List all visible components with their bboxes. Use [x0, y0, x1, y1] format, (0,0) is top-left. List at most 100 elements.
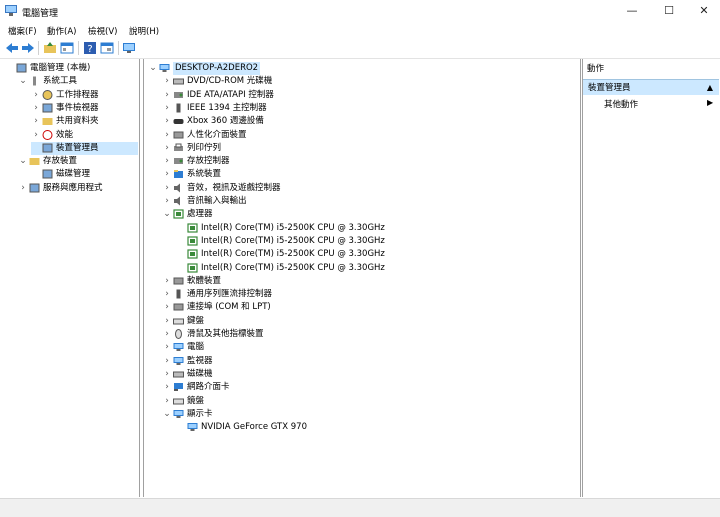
- expand-chevron-icon[interactable]: ›: [162, 341, 172, 354]
- collapse-chevron-icon[interactable]: ⌄: [18, 75, 28, 88]
- shared-folder-icon: [42, 118, 53, 126]
- device-tree-item[interactable]: ⌄ 處理器: [162, 208, 575, 221]
- expand-chevron-icon[interactable]: ›: [162, 315, 172, 328]
- tree-item[interactable]: 電腦管理 (本機): [5, 62, 138, 75]
- actions-header: 動作: [587, 64, 605, 74]
- services-icon: [29, 183, 40, 193]
- device-tree-item[interactable]: › 連接埠 (COM 和 LPT): [162, 301, 575, 314]
- expand-chevron-icon[interactable]: ›: [162, 381, 172, 394]
- close-button[interactable]: ✕: [684, 0, 720, 22]
- show-tree-icon[interactable]: [60, 41, 74, 55]
- device-tree-item[interactable]: › 列印佇列: [162, 142, 575, 155]
- expand-chevron-icon[interactable]: ›: [162, 102, 172, 115]
- device-tree-item[interactable]: › 電腦: [162, 341, 575, 354]
- up-folder-icon[interactable]: [43, 41, 57, 55]
- minimize-button[interactable]: —: [612, 0, 652, 22]
- forward-arrow-icon[interactable]: [21, 41, 35, 55]
- tree-item[interactable]: › 效能: [31, 129, 138, 142]
- expand-chevron-icon[interactable]: ›: [162, 288, 172, 301]
- menu-help[interactable]: 說明(H): [129, 25, 159, 37]
- device-tree-item[interactable]: › 音訊輸入與輸出: [162, 195, 575, 208]
- maximize-button[interactable]: ☐: [649, 0, 689, 22]
- device-tree-item[interactable]: › 鍵盤: [162, 315, 575, 328]
- back-arrow-icon[interactable]: [5, 41, 19, 55]
- device-tree-item-label: DVD/CD-ROM 光碟機: [187, 76, 273, 87]
- device-tree-item[interactable]: › 通用序列匯流排控制器: [162, 288, 575, 301]
- device-tree-item[interactable]: › 磁碟機: [162, 368, 575, 381]
- expand-chevron-icon[interactable]: ›: [31, 129, 41, 142]
- collapse-icon[interactable]: ▲: [707, 80, 713, 96]
- expand-chevron-icon[interactable]: ›: [162, 355, 172, 368]
- display-adapter-icon: [173, 409, 184, 418]
- device-tree-item[interactable]: › IDE ATA/ATAPI 控制器: [162, 89, 575, 102]
- expand-chevron-icon[interactable]: ›: [162, 182, 172, 195]
- expand-chevron-icon[interactable]: ›: [162, 301, 172, 314]
- device-tree-item-label: DESKTOP-A2DERO2: [173, 62, 261, 75]
- tree-item[interactable]: 裝置管理員: [31, 141, 138, 155]
- expand-chevron-icon[interactable]: ›: [162, 328, 172, 341]
- expand-chevron-icon[interactable]: ›: [162, 195, 172, 208]
- expand-chevron-icon[interactable]: ›: [162, 168, 172, 181]
- collapse-chevron-icon[interactable]: ⌄: [148, 62, 158, 75]
- help-icon[interactable]: ?: [83, 41, 97, 55]
- device-tree-item[interactable]: › 網路介面卡: [162, 381, 575, 394]
- tree-item[interactable]: › 服務與應用程式: [18, 182, 138, 195]
- device-tree-item[interactable]: › 系統裝置: [162, 168, 575, 181]
- device-tree-item[interactable]: › DVD/CD-ROM 光碟機: [162, 75, 575, 88]
- computer-management-icon: [16, 63, 27, 73]
- expand-chevron-icon[interactable]: ›: [162, 75, 172, 88]
- expand-chevron-icon[interactable]: ›: [31, 89, 41, 102]
- expand-chevron-icon[interactable]: ›: [31, 115, 41, 128]
- processor-icon: [187, 262, 198, 273]
- device-tree-item[interactable]: › 軟體裝置: [162, 275, 575, 288]
- device-tree-item-label: 磁碟機: [187, 368, 213, 379]
- device-tree-item[interactable]: › 存放控制器: [162, 155, 575, 168]
- expand-chevron-icon[interactable]: ›: [162, 155, 172, 168]
- device-tree-item-label: Intel(R) Core(TM) i5-2500K CPU @ 3.30GHz: [201, 222, 385, 233]
- monitor-icon[interactable]: [122, 41, 136, 55]
- tree-item[interactable]: › 事件檢視器: [31, 102, 138, 115]
- expand-chevron-icon[interactable]: ›: [18, 182, 28, 195]
- gamepad-icon: [173, 119, 184, 125]
- device-tree-item[interactable]: ⌄ DESKTOP-A2DERO2: [148, 62, 575, 75]
- device-tree-item[interactable]: › IEEE 1394 主控制器: [162, 102, 575, 115]
- actions-section-device-manager[interactable]: 裝置管理員 ▲: [583, 79, 719, 95]
- display-adapter-icon: [187, 423, 198, 432]
- device-tree-item[interactable]: › 人性化介面裝置: [162, 129, 575, 142]
- menu-view[interactable]: 檢視(V): [88, 25, 117, 37]
- tree-item[interactable]: › 共用資料夾: [31, 115, 138, 128]
- collapse-chevron-icon[interactable]: ⌄: [162, 408, 172, 421]
- processor-icon: [187, 222, 198, 233]
- device-tree-item[interactable]: Intel(R) Core(TM) i5-2500K CPU @ 3.30GHz: [176, 248, 575, 261]
- device-tree-item[interactable]: › 音效，視訊及遊戲控制器: [162, 182, 575, 195]
- expand-chevron-icon[interactable]: ›: [162, 142, 172, 155]
- device-tree-item[interactable]: › 滑鼠及其他指標裝置: [162, 328, 575, 341]
- more-actions-link[interactable]: 其他動作: [604, 98, 638, 110]
- device-tree-item[interactable]: › 監視器: [162, 355, 575, 368]
- expand-chevron-icon[interactable]: ›: [162, 395, 172, 408]
- device-tree-item[interactable]: Intel(R) Core(TM) i5-2500K CPU @ 3.30GHz: [176, 222, 575, 235]
- collapse-chevron-icon[interactable]: ⌄: [18, 155, 28, 168]
- expand-chevron-icon[interactable]: ›: [162, 275, 172, 288]
- expand-chevron-icon[interactable]: ›: [162, 368, 172, 381]
- expand-chevron-icon[interactable]: ›: [162, 89, 172, 102]
- properties-icon[interactable]: [100, 41, 114, 55]
- tree-item[interactable]: › 工作排程器: [31, 89, 138, 102]
- expand-chevron-icon[interactable]: ›: [162, 129, 172, 142]
- device-tree-item[interactable]: NVIDIA GeForce GTX 970: [176, 421, 575, 434]
- menu-action[interactable]: 動作(A): [47, 25, 76, 37]
- tree-item[interactable]: ⌄ 存放裝置: [18, 155, 138, 168]
- device-tree-item[interactable]: Intel(R) Core(TM) i5-2500K CPU @ 3.30GHz: [176, 235, 575, 248]
- tree-item[interactable]: 磁碟管理: [31, 168, 138, 181]
- collapse-chevron-icon[interactable]: ⌄: [162, 208, 172, 221]
- tree-item[interactable]: ⌄ 系統工具: [18, 75, 138, 88]
- device-tree-item[interactable]: ⌄ 顯示卡: [162, 408, 575, 421]
- device-tree-item[interactable]: Intel(R) Core(TM) i5-2500K CPU @ 3.30GHz: [176, 262, 575, 275]
- expand-chevron-icon[interactable]: ›: [162, 115, 172, 128]
- device-tree-item-label: 電腦: [187, 342, 205, 353]
- usb-icon: [176, 289, 181, 299]
- device-tree-item[interactable]: › 鏡盤: [162, 395, 575, 408]
- menu-file[interactable]: 檔案(F): [8, 25, 37, 37]
- device-tree-item[interactable]: › Xbox 360 週邊設備: [162, 115, 575, 128]
- expand-chevron-icon[interactable]: ›: [31, 102, 41, 115]
